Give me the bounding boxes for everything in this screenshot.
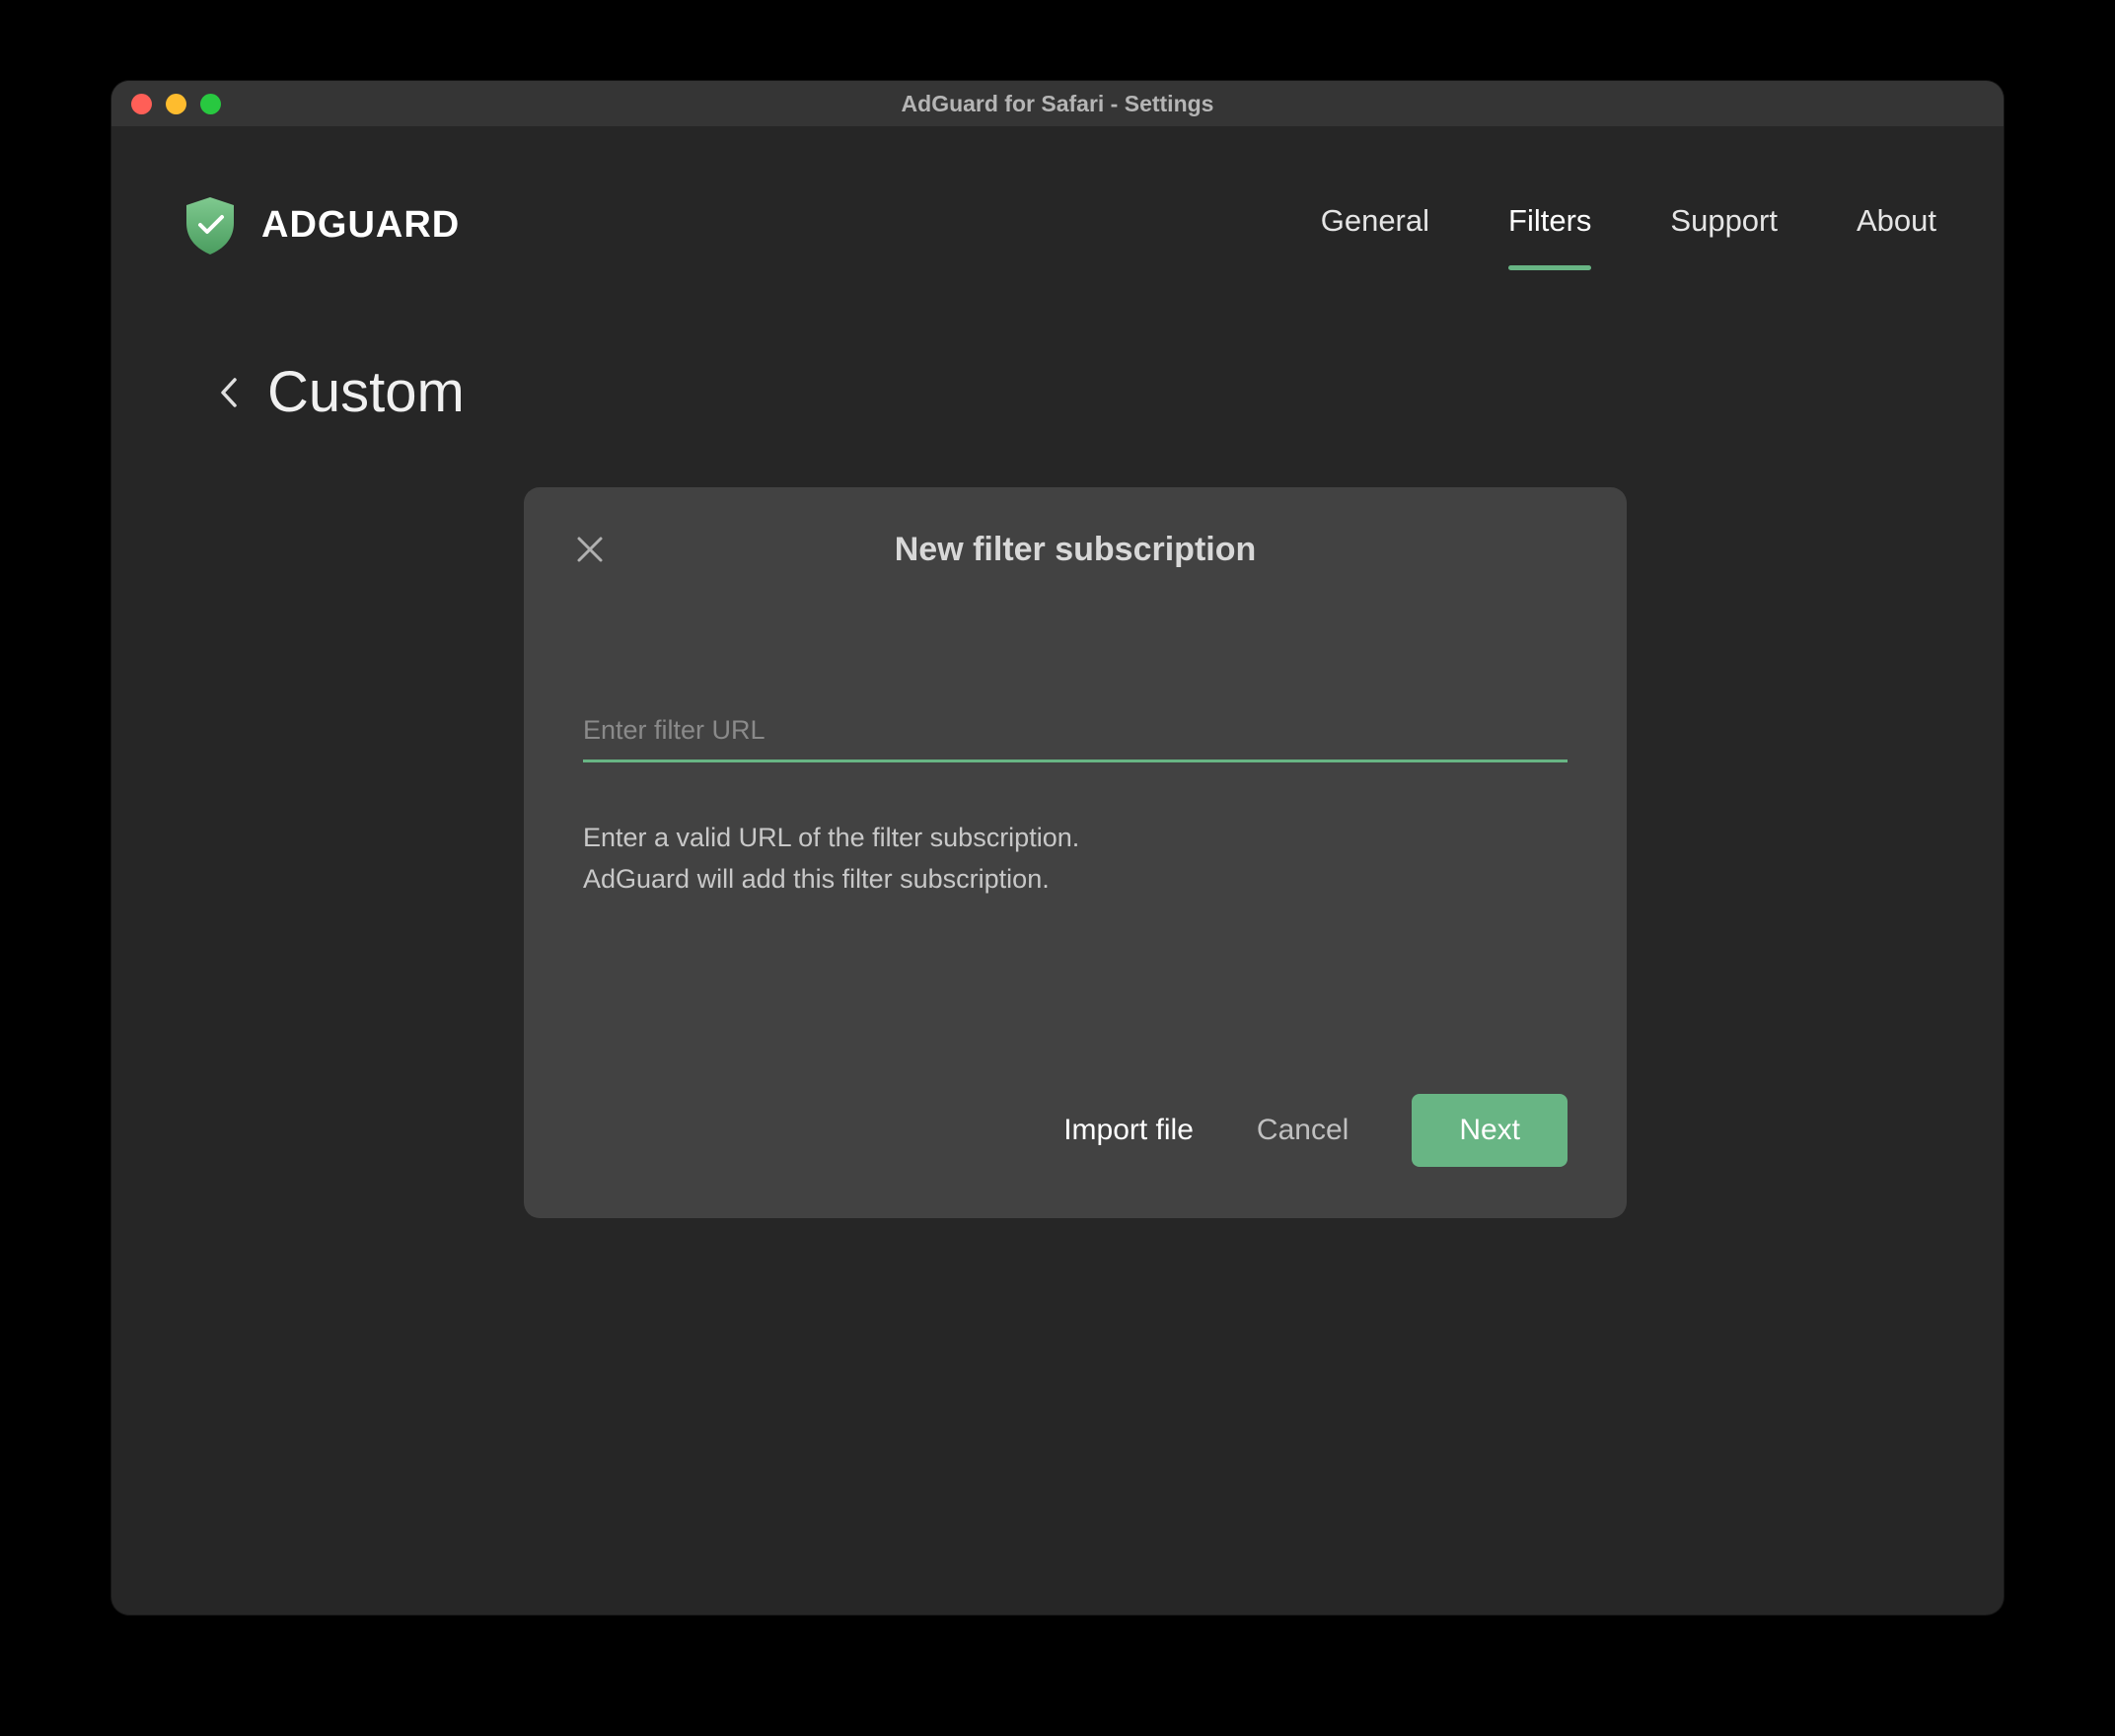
tab-general[interactable]: General (1321, 203, 1429, 247)
tab-about[interactable]: About (1857, 203, 1936, 247)
content-area: ADGUARD General Filters Support About Cu… (111, 126, 2004, 425)
tab-filters[interactable]: Filters (1508, 203, 1591, 247)
dialog-header: New filter subscription (583, 531, 1568, 569)
back-button[interactable] (218, 376, 240, 409)
brand-name: ADGUARD (261, 204, 460, 247)
page-header: Custom (111, 304, 2004, 425)
page-title: Custom (267, 359, 465, 425)
app-window: AdGuard for Safari - Settings ADGUARD (111, 81, 2004, 1615)
filter-url-input[interactable] (583, 707, 1568, 762)
window-controls (131, 94, 221, 114)
app-header: ADGUARD General Filters Support About (111, 126, 2004, 304)
nav-tabs: General Filters Support About (1321, 203, 1936, 247)
cancel-button[interactable]: Cancel (1257, 1114, 1349, 1147)
tab-support[interactable]: Support (1670, 203, 1778, 247)
titlebar: AdGuard for Safari - Settings (111, 81, 2004, 126)
new-filter-dialog: New filter subscription Enter a valid UR… (524, 487, 1627, 1218)
shield-icon (179, 193, 242, 256)
logo-section: ADGUARD (179, 193, 460, 256)
help-text-line2: AdGuard will add this filter subscriptio… (583, 859, 1568, 901)
close-icon[interactable] (575, 535, 605, 564)
minimize-window-button[interactable] (166, 94, 186, 114)
help-text: Enter a valid URL of the filter subscrip… (583, 818, 1568, 901)
import-file-button[interactable]: Import file (1063, 1114, 1194, 1147)
maximize-window-button[interactable] (200, 94, 221, 114)
dialog-title: New filter subscription (895, 531, 1257, 569)
next-button[interactable]: Next (1412, 1094, 1568, 1167)
close-window-button[interactable] (131, 94, 152, 114)
window-title: AdGuard for Safari - Settings (902, 91, 1214, 117)
help-text-line1: Enter a valid URL of the filter subscrip… (583, 818, 1568, 859)
dialog-footer: Import file Cancel Next (583, 1094, 1568, 1167)
